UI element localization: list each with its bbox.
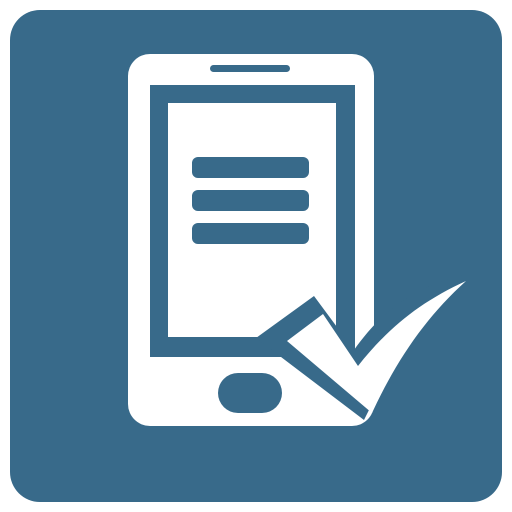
phone-home-button bbox=[218, 373, 282, 413]
list-line-2 bbox=[192, 190, 309, 211]
list-line-1 bbox=[192, 157, 309, 178]
app-icon-canvas bbox=[0, 0, 512, 512]
phone-speaker-slot bbox=[210, 65, 290, 72]
list-lines-icon bbox=[192, 157, 309, 244]
mobile-checklist-app-icon bbox=[10, 10, 502, 502]
list-line-3 bbox=[192, 223, 309, 244]
